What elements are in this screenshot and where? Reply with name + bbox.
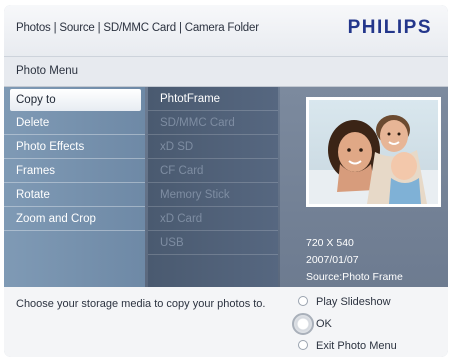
destination-memory-stick: Memory Stick <box>148 183 278 207</box>
radio-icon <box>298 296 308 306</box>
menu-item-zoom-and-crop[interactable]: Zoom and Crop <box>4 207 145 231</box>
menu-title: Photo Menu <box>16 65 79 77</box>
ok-label: OK <box>316 318 332 330</box>
breadcrumb: Photos | Source | SD/MMC Card | Camera F… <box>16 22 259 34</box>
destination-photoframe[interactable]: PhtotFrame <box>148 87 278 111</box>
ok-option[interactable]: OK <box>292 313 332 335</box>
menu-item-copy-to[interactable]: Copy to <box>10 89 141 111</box>
ok-button-icon <box>292 313 314 335</box>
photo-resolution: 720 X 540 <box>306 237 354 249</box>
destination-cf-card: CF Card <box>148 159 278 183</box>
photo-preview-pane: 720 X 540 2007/01/07 Source:Photo Frame <box>280 87 448 287</box>
play-slideshow-label: Play Slideshow <box>316 296 391 308</box>
header-bar: Photos | Source | SD/MMC Card | Camera F… <box>4 5 448 57</box>
footer-bar: Choose your storage media to copy your p… <box>4 287 448 357</box>
photo-frame-display: Photos | Source | SD/MMC Card | Camera F… <box>0 0 454 361</box>
brand-logo: PHILIPS <box>347 17 432 38</box>
destination-xd-sd: xD SD <box>148 135 278 159</box>
photo-date: 2007/01/07 <box>306 254 359 266</box>
menu-item-frames[interactable]: Frames <box>4 159 145 183</box>
menu-item-photo-effects[interactable]: Photo Effects <box>4 135 145 159</box>
exit-photo-menu-option[interactable]: Exit Photo Menu <box>298 337 397 355</box>
family-photo-image <box>309 100 438 204</box>
menu-item-rotate[interactable]: Rotate <box>4 183 145 207</box>
photo-menu-screen: Photos | Source | SD/MMC Card | Camera F… <box>4 5 448 357</box>
radio-icon <box>298 340 308 350</box>
help-text: Choose your storage media to copy your p… <box>16 298 266 310</box>
menu-title-bar: Photo Menu <box>4 57 448 87</box>
photo-thumbnail <box>306 97 441 207</box>
exit-photo-menu-label: Exit Photo Menu <box>316 340 397 352</box>
destination-list: PhtotFrame SD/MMC Card xD SD CF Card Mem… <box>148 87 278 287</box>
photo-source: Source:Photo Frame <box>306 271 403 283</box>
destination-sd-mmc-card: SD/MMC Card <box>148 111 278 135</box>
menu-panel: Copy to Delete Photo Effects Frames Rota… <box>4 87 448 287</box>
destination-usb: USB <box>148 231 278 255</box>
destination-xd-card: xD Card <box>148 207 278 231</box>
photo-menu-list: Copy to Delete Photo Effects Frames Rota… <box>4 87 145 287</box>
play-slideshow-option[interactable]: Play Slideshow <box>298 293 391 311</box>
menu-item-delete[interactable]: Delete <box>4 111 145 135</box>
